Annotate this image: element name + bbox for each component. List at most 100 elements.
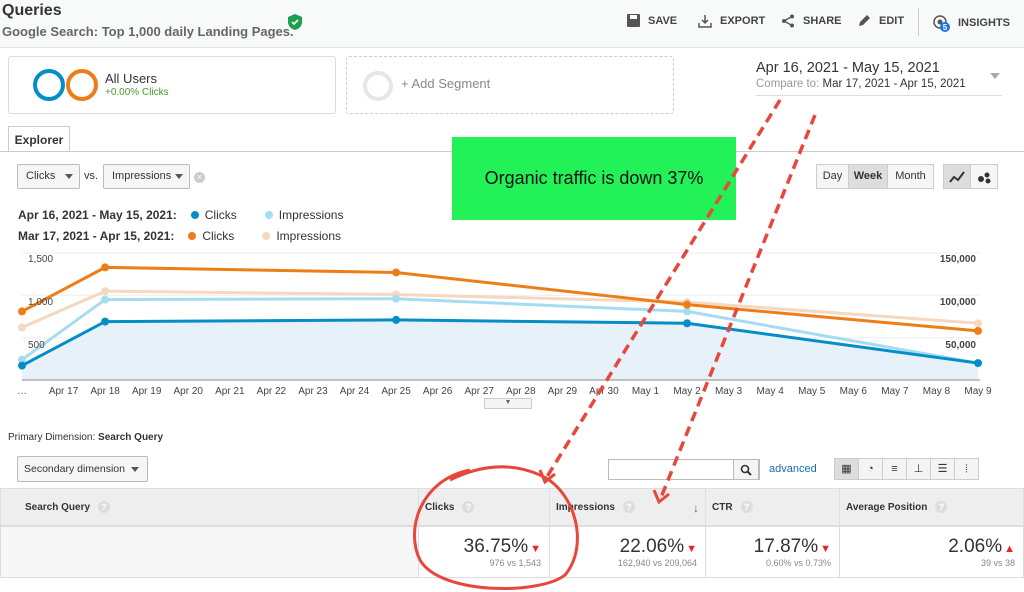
x-tick-label: Apr 30 xyxy=(589,386,619,397)
data-table-view-icon[interactable]: ▦ xyxy=(834,458,859,480)
line-chart-toggle[interactable] xyxy=(943,164,971,189)
edit-button[interactable]: EDIT xyxy=(858,14,904,27)
segment-all-users[interactable]: All Users +0.00% Clicks xyxy=(8,56,336,114)
granularity-month[interactable]: Month xyxy=(887,164,934,189)
pencil-icon xyxy=(859,15,870,26)
table-search-input[interactable] xyxy=(608,459,760,480)
remove-metric-icon[interactable]: × xyxy=(194,172,205,183)
chevron-down-icon xyxy=(990,73,1000,79)
sort-desc-icon[interactable]: ↓ xyxy=(693,489,699,527)
primary-dimension: Primary Dimension: Search Query xyxy=(8,432,163,443)
x-tick-label: Apr 26 xyxy=(422,386,453,397)
legend-period: Apr 16, 2021 - May 15, 2021: xyxy=(18,208,177,222)
segment-current-ring xyxy=(33,69,65,101)
arrow-up-icon: ▲ xyxy=(1004,543,1015,555)
total-detail: 0.60% vs 0.73% xyxy=(765,558,831,568)
column-label: Impressions xyxy=(556,502,615,513)
motion-chart-toggle[interactable] xyxy=(970,164,998,189)
segment-metric: +0.00% Clicks xyxy=(105,87,169,98)
chart-collapse-handle[interactable]: ▼ xyxy=(484,398,532,409)
x-tick-label: May 7 xyxy=(881,386,909,397)
x-tick-label: May 4 xyxy=(756,386,784,397)
x-tick-label: … xyxy=(17,386,27,397)
data-point xyxy=(974,326,982,335)
x-tick-label: Apr 29 xyxy=(547,386,578,397)
column-clicks[interactable]: Clicks? xyxy=(418,488,550,526)
help-icon[interactable]: ? xyxy=(935,501,948,513)
metric1-value: Clicks xyxy=(26,170,56,182)
tab-explorer[interactable]: Explorer xyxy=(8,126,70,152)
x-tick-label: Apr 17 xyxy=(48,386,79,397)
x-tick-label: May 9 xyxy=(964,386,992,397)
help-icon[interactable]: ? xyxy=(740,501,753,513)
metric1-select[interactable]: Clicks xyxy=(17,164,80,189)
help-icon[interactable]: ? xyxy=(98,501,111,513)
x-tick-label: Apr 22 xyxy=(256,386,287,397)
x-tick-label: May 8 xyxy=(922,386,951,397)
x-tick-label: Apr 18 xyxy=(90,386,120,397)
arrow-down-icon: ▼ xyxy=(820,543,831,555)
insights-icon: 5 xyxy=(933,15,950,32)
y-right-tick: 50,000 xyxy=(945,340,976,351)
add-segment-label: + Add Segment xyxy=(401,76,491,91)
secondary-dimension-select[interactable]: Secondary dimension xyxy=(17,456,148,482)
primary-dimension-label: Primary Dimension: xyxy=(8,432,96,443)
search-icon xyxy=(740,464,752,476)
export-label: EXPORT xyxy=(720,15,766,27)
term-cloud-view-icon[interactable]: ☰ xyxy=(930,458,955,480)
totals-label-cell xyxy=(0,526,419,578)
date-range-picker[interactable]: Apr 16, 2021 - May 15, 2021 Compare to: … xyxy=(756,60,1002,96)
column-label: CTR xyxy=(712,502,733,513)
advanced-filter-link[interactable]: advanced xyxy=(769,463,817,475)
legend-dot xyxy=(264,211,273,219)
total-value: 17.87% xyxy=(753,536,819,557)
column-search-query[interactable]: Search Query? xyxy=(0,488,419,526)
comparison-view-icon[interactable]: ⊥ xyxy=(906,458,931,480)
data-point xyxy=(18,361,26,370)
add-segment-ring xyxy=(363,71,393,101)
segment-previous-ring xyxy=(66,69,98,101)
date-range-compare: Mar 17, 2021 - Apr 15, 2021 xyxy=(822,78,966,90)
y-left-tick: 1,500 xyxy=(28,254,54,265)
export-button[interactable]: EXPORT xyxy=(698,14,765,28)
search-button[interactable] xyxy=(733,459,759,480)
pivot-view-icon[interactable]: ⦙ xyxy=(954,458,979,480)
column-ctr[interactable]: CTR? xyxy=(705,488,840,526)
insights-label: INSIGHTS xyxy=(958,17,1010,29)
line-chart-icon xyxy=(949,171,965,183)
chevron-down-icon xyxy=(175,174,183,179)
data-point xyxy=(18,307,26,316)
metric2-select[interactable]: Impressions xyxy=(103,164,190,189)
share-label: SHARE xyxy=(803,15,842,27)
granularity-week[interactable]: Week xyxy=(848,164,888,189)
help-icon[interactable]: ? xyxy=(622,501,635,513)
column-label: Average Position xyxy=(846,502,928,513)
secondary-dimension-label: Secondary dimension xyxy=(24,463,125,475)
performance-view-icon[interactable]: ≡ xyxy=(882,458,907,480)
insights-button[interactable]: 5 INSIGHTS xyxy=(932,14,1010,32)
vs-label: vs. xyxy=(84,170,99,182)
date-range-primary: Apr 16, 2021 - May 15, 2021 xyxy=(756,60,940,76)
x-tick-label: May 6 xyxy=(839,386,867,397)
column-average-position[interactable]: Average Position? xyxy=(839,488,1024,526)
help-icon[interactable]: ? xyxy=(462,501,475,513)
add-segment-button[interactable]: + Add Segment xyxy=(346,56,674,114)
chevron-down-icon xyxy=(65,174,73,179)
save-button[interactable]: SAVE xyxy=(627,14,677,27)
primary-dimension-value[interactable]: Search Query xyxy=(98,432,163,443)
legend-current: Apr 16, 2021 - May 15, 2021: Clicks Impres… xyxy=(18,208,343,222)
save-label: SAVE xyxy=(648,14,678,27)
data-point xyxy=(392,294,401,303)
clicks-current-area xyxy=(22,319,978,380)
x-tick-label: Apr 27 xyxy=(464,386,494,397)
percentage-view-icon[interactable]: ◔ xyxy=(858,458,883,480)
bubble-chart-icon xyxy=(978,172,991,184)
granularity-day[interactable]: Day xyxy=(816,164,849,189)
column-impressions[interactable]: Impressions? ↓ xyxy=(549,488,706,526)
edit-label: EDIT xyxy=(879,14,905,27)
totals-clicks: 36.75% ▼ 976 vs 1,543 xyxy=(418,526,550,578)
legend-label: Impressions xyxy=(278,208,344,222)
share-button[interactable]: SHARE xyxy=(781,14,842,28)
data-point xyxy=(101,287,110,296)
total-value: 36.75% xyxy=(463,536,529,557)
